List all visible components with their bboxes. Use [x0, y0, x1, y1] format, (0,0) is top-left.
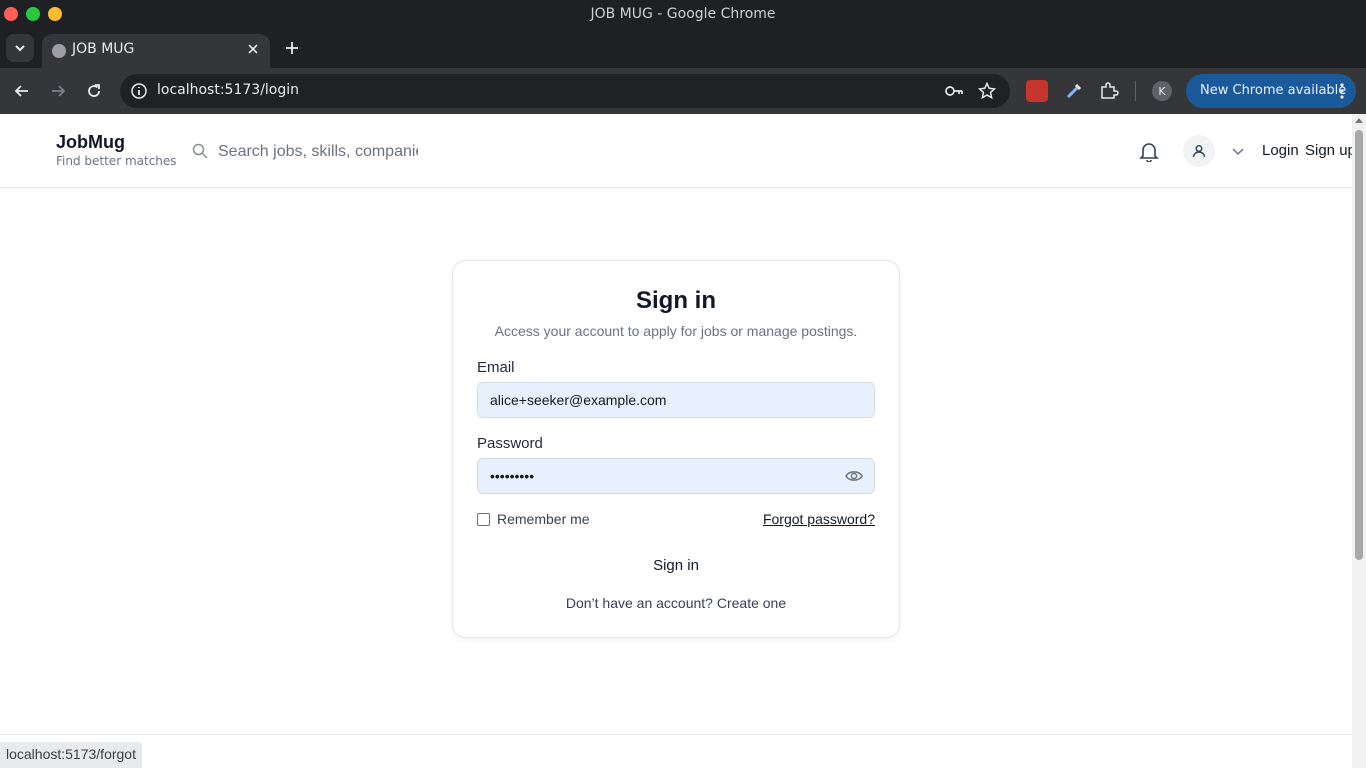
signup-link[interactable]: Sign up — [1305, 142, 1352, 159]
site-info-icon[interactable] — [130, 82, 148, 100]
brand-tagline: Find better matches — [56, 154, 177, 168]
email-field[interactable] — [477, 382, 875, 418]
footer-divider — [0, 734, 1352, 735]
address-bar[interactable]: localhost:5173/login — [120, 74, 1010, 108]
remember-label: Remember me — [497, 511, 590, 527]
remember-me[interactable]: Remember me — [477, 511, 590, 527]
extensions-puzzle-icon[interactable] — [1098, 80, 1120, 102]
scroll-up-arrow-icon[interactable] — [1355, 118, 1363, 123]
search-input[interactable] — [218, 140, 418, 164]
profile-avatar[interactable]: K — [1152, 81, 1172, 101]
signin-button[interactable]: Sign in — [453, 557, 899, 574]
globe-icon — [52, 44, 66, 58]
new-chrome-available-button[interactable]: New Chrome available — [1186, 74, 1356, 108]
puzzle-icon — [1101, 82, 1119, 99]
brand[interactable]: JobMug Find better matches — [56, 132, 177, 168]
reload-button[interactable] — [82, 79, 106, 103]
password-label: Password — [477, 435, 543, 452]
user-avatar[interactable] — [1183, 135, 1215, 167]
brand-name: JobMug — [56, 132, 125, 152]
page-scrollbar[interactable] — [1352, 114, 1366, 768]
window-title: JOB MUG - Google Chrome — [590, 6, 776, 22]
close-tab-button[interactable] — [244, 40, 262, 58]
tab-title: JOB MUG — [72, 41, 135, 57]
tab-bar: JOB MUG — [0, 28, 1366, 68]
signin-subtitle: Access your account to apply for jobs or… — [494, 323, 858, 339]
new-tab-button[interactable] — [280, 36, 304, 60]
signin-card: Sign in Access your account to apply for… — [452, 260, 900, 638]
bell-icon[interactable] — [1138, 140, 1160, 162]
eye-icon[interactable] — [845, 467, 863, 485]
chevron-down-icon[interactable] — [1230, 143, 1246, 159]
key-icon[interactable] — [944, 82, 964, 100]
remember-checkbox[interactable] — [477, 512, 490, 526]
chevron-down-icon — [15, 45, 25, 52]
page-viewport: JobMug Find better matches Login Sign up… — [0, 114, 1352, 768]
create-account-link[interactable]: Don’t have an account? Create one — [453, 595, 899, 611]
app-header: JobMug Find better matches Login Sign up — [0, 114, 1352, 188]
extension-red-icon[interactable] — [1026, 80, 1048, 102]
tab-search-button[interactable] — [6, 34, 34, 62]
tab-job-mug[interactable]: JOB MUG — [42, 34, 270, 68]
arrow-left-icon — [14, 85, 28, 97]
status-bar-url: localhost:5173/forgot — [0, 742, 142, 768]
back-button[interactable] — [10, 79, 34, 103]
close-icon — [248, 44, 258, 54]
update-label: New Chrome available — [1200, 83, 1347, 98]
more-vert-icon — [1340, 83, 1344, 99]
user-icon — [1192, 145, 1206, 158]
reload-icon — [88, 84, 100, 97]
arrow-right-icon — [52, 85, 66, 97]
url-text[interactable]: localhost:5173/login — [157, 82, 299, 98]
eyedropper-glyph-icon — [1066, 83, 1082, 99]
scroll-thumb[interactable] — [1355, 130, 1363, 560]
browser-toolbar: localhost:5173/login K New Chrome availa… — [0, 68, 1366, 114]
signin-title: Sign in — [636, 287, 716, 314]
bookmark-star-icon[interactable] — [978, 82, 996, 100]
login-link[interactable]: Login — [1262, 142, 1299, 159]
email-label: Email — [477, 359, 515, 376]
search-icon — [192, 143, 208, 159]
forgot-password-link[interactable]: Forgot password? — [763, 511, 875, 527]
window-titlebar: JOB MUG - Google Chrome — [0, 0, 1366, 28]
password-field[interactable] — [477, 458, 875, 494]
forward-button[interactable] — [46, 79, 70, 103]
toolbar-divider — [1135, 81, 1136, 101]
search-bar — [190, 138, 430, 166]
eyedropper-icon[interactable] — [1063, 80, 1085, 102]
plus-icon — [286, 42, 298, 54]
